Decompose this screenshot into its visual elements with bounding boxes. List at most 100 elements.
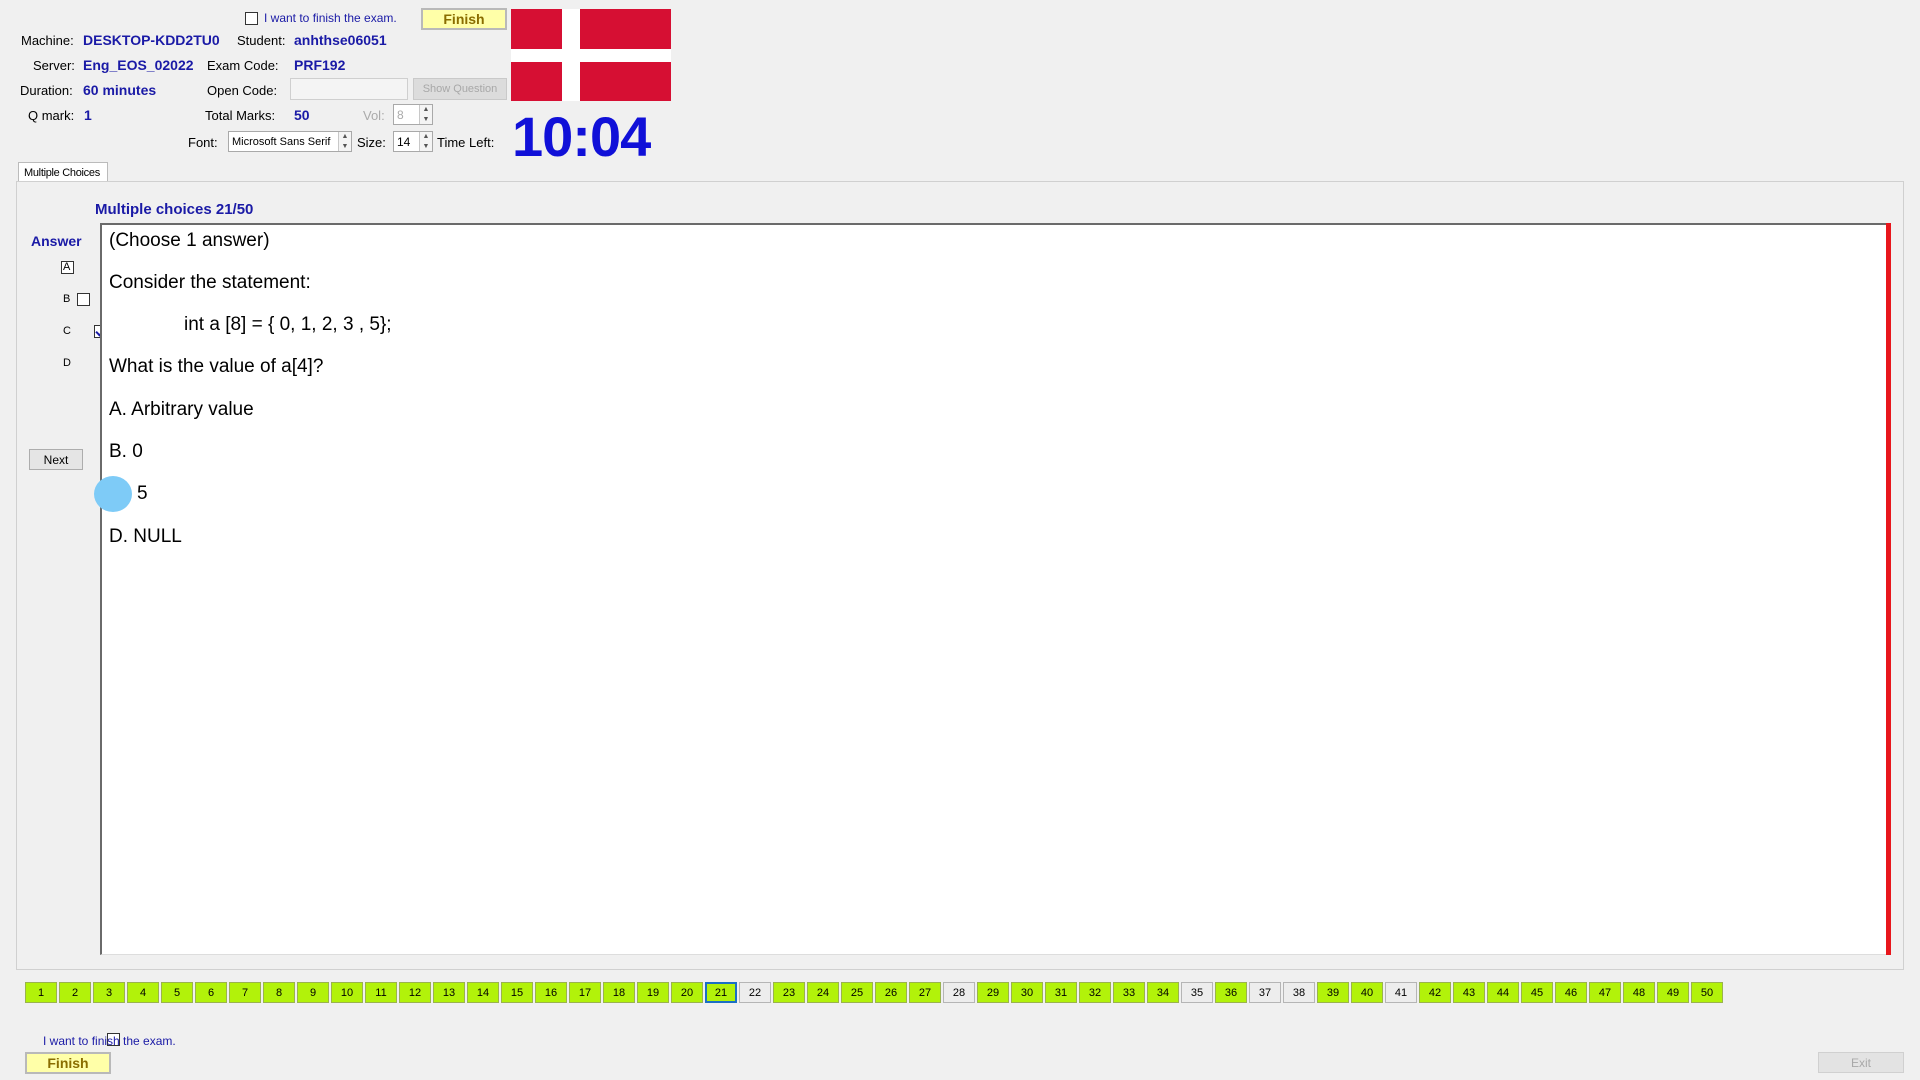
question-heading: Multiple choices 21/50	[95, 201, 254, 218]
question-nav-button-14[interactable]: 14	[467, 982, 499, 1003]
question-nav-button-18[interactable]: 18	[603, 982, 635, 1003]
question-nav-button-29[interactable]: 29	[977, 982, 1009, 1003]
question-nav-button-32[interactable]: 32	[1079, 982, 1111, 1003]
question-code-line: int a [8] = { 0, 1, 2, 3 , 5};	[184, 314, 392, 335]
question-nav-button-2[interactable]: 2	[59, 982, 91, 1003]
question-nav-button-9[interactable]: 9	[297, 982, 329, 1003]
question-nav-button-50[interactable]: 50	[1691, 982, 1723, 1003]
size-spinner[interactable]: 14 ▲ ▼	[393, 131, 433, 152]
font-label: Font:	[188, 135, 218, 150]
server-value: Eng_EOS_02022	[83, 57, 194, 73]
duration-label: Duration:	[20, 83, 73, 98]
server-label: Server:	[33, 58, 75, 73]
question-nav-button-36[interactable]: 36	[1215, 982, 1247, 1003]
question-nav-button-45[interactable]: 45	[1521, 982, 1553, 1003]
question-nav-button-28[interactable]: 28	[943, 982, 975, 1003]
size-spinner-arrows-icon[interactable]: ▲ ▼	[419, 132, 432, 151]
qmark-value: 1	[84, 107, 92, 123]
answer-label-c: C	[63, 325, 71, 337]
question-nav-button-35[interactable]: 35	[1181, 982, 1213, 1003]
question-nav-button-3[interactable]: 3	[93, 982, 125, 1003]
question-nav-button-21[interactable]: 21	[705, 982, 737, 1003]
question-nav-button-25[interactable]: 25	[841, 982, 873, 1003]
vol-spinner[interactable]: 8 ▲ ▼	[393, 104, 433, 125]
question-nav-button-40[interactable]: 40	[1351, 982, 1383, 1003]
question-line-2: Consider the statement:	[109, 272, 311, 293]
finish-button-top[interactable]: Finish	[421, 8, 507, 30]
question-nav-button-42[interactable]: 42	[1419, 982, 1451, 1003]
font-select[interactable]: Microsoft Sans Serif ▲ ▼	[228, 131, 352, 152]
vol-label: Vol:	[363, 108, 385, 123]
question-nav-button-31[interactable]: 31	[1045, 982, 1077, 1003]
question-nav-button-46[interactable]: 46	[1555, 982, 1587, 1003]
exit-button[interactable]: Exit	[1818, 1052, 1904, 1073]
exam-code-label: Exam Code:	[207, 58, 279, 73]
font-value: Microsoft Sans Serif	[232, 135, 331, 148]
question-nav-button-38[interactable]: 38	[1283, 982, 1315, 1003]
finish-exam-label-bottom: I want to finish the exam.	[43, 1034, 176, 1048]
student-label: Student:	[237, 33, 286, 48]
answer-label-b: B	[63, 293, 71, 305]
cursor-highlight-icon	[94, 476, 132, 512]
time-left-label: Time Left:	[437, 135, 495, 150]
answer-title: Answer	[31, 233, 82, 249]
qmark-label: Q mark:	[28, 108, 75, 123]
question-nav-button-8[interactable]: 8	[263, 982, 295, 1003]
question-nav-button-44[interactable]: 44	[1487, 982, 1519, 1003]
question-nav-button-13[interactable]: 13	[433, 982, 465, 1003]
question-nav-button-10[interactable]: 10	[331, 982, 363, 1003]
question-line-3: What is the value of a[4]?	[109, 356, 324, 377]
question-nav-button-24[interactable]: 24	[807, 982, 839, 1003]
question-nav-button-6[interactable]: 6	[195, 982, 227, 1003]
question-nav-button-4[interactable]: 4	[127, 982, 159, 1003]
question-nav-button-26[interactable]: 26	[875, 982, 907, 1003]
machine-label: Machine:	[21, 33, 74, 48]
question-nav-button-39[interactable]: 39	[1317, 982, 1349, 1003]
finish-exam-label-top: I want to finish the exam.	[264, 11, 397, 25]
finish-exam-checkbox-top[interactable]	[245, 12, 258, 25]
show-question-button[interactable]: Show Question	[413, 78, 507, 100]
answer-label-d: D	[63, 357, 71, 369]
question-nav-button-34[interactable]: 34	[1147, 982, 1179, 1003]
question-nav-button-49[interactable]: 49	[1657, 982, 1689, 1003]
question-nav-button-22[interactable]: 22	[739, 982, 771, 1003]
question-navigator: 1 2 3 4 5 6 7 8 9 10 11 12 13 14 15 16 17 18 19 20 21 22 23 24 2…	[25, 982, 1725, 1003]
time-left-value: 10:04	[512, 105, 651, 168]
machine-value: DESKTOP-KDD2TU0	[83, 32, 220, 48]
question-nav-button-43[interactable]: 43	[1453, 982, 1485, 1003]
question-line-1: (Choose 1 answer)	[109, 230, 270, 251]
font-spinner-arrows-icon[interactable]: ▲ ▼	[338, 132, 351, 151]
question-nav-button-37[interactable]: 37	[1249, 982, 1281, 1003]
next-button[interactable]: Next	[29, 449, 83, 470]
question-nav-button-17[interactable]: 17	[569, 982, 601, 1003]
vol-value: 8	[397, 107, 404, 122]
open-code-label: Open Code:	[207, 83, 278, 98]
question-nav-button-20[interactable]: 20	[671, 982, 703, 1003]
question-nav-button-27[interactable]: 27	[909, 982, 941, 1003]
question-nav-button-30[interactable]: 30	[1011, 982, 1043, 1003]
question-nav-button-23[interactable]: 23	[773, 982, 805, 1003]
vol-spinner-arrows-icon[interactable]: ▲ ▼	[419, 105, 432, 124]
size-value: 14	[397, 134, 411, 149]
question-nav-button-47[interactable]: 47	[1589, 982, 1621, 1003]
question-nav-button-33[interactable]: 33	[1113, 982, 1145, 1003]
question-nav-button-41[interactable]: 41	[1385, 982, 1417, 1003]
size-label: Size:	[357, 135, 386, 150]
question-nav-button-5[interactable]: 5	[161, 982, 193, 1003]
option-d-text: D. NULL	[109, 526, 182, 547]
question-nav-button-16[interactable]: 16	[535, 982, 567, 1003]
question-nav-button-12[interactable]: 12	[399, 982, 431, 1003]
total-marks-label: Total Marks:	[205, 108, 276, 123]
open-code-input[interactable]	[290, 78, 408, 100]
tab-multiple-choices[interactable]: Multiple Choices	[18, 162, 108, 182]
question-nav-button-19[interactable]: 19	[637, 982, 669, 1003]
question-scrollbar-indicator[interactable]	[1886, 223, 1891, 955]
question-nav-button-15[interactable]: 15	[501, 982, 533, 1003]
question-nav-button-1[interactable]: 1	[25, 982, 57, 1003]
question-nav-button-7[interactable]: 7	[229, 982, 261, 1003]
finish-button-bottom[interactable]: Finish	[25, 1052, 111, 1074]
duration-value: 60 minutes	[83, 82, 157, 98]
question-nav-button-11[interactable]: 11	[365, 982, 397, 1003]
question-nav-button-48[interactable]: 48	[1623, 982, 1655, 1003]
answer-checkbox-b[interactable]	[77, 293, 91, 306]
